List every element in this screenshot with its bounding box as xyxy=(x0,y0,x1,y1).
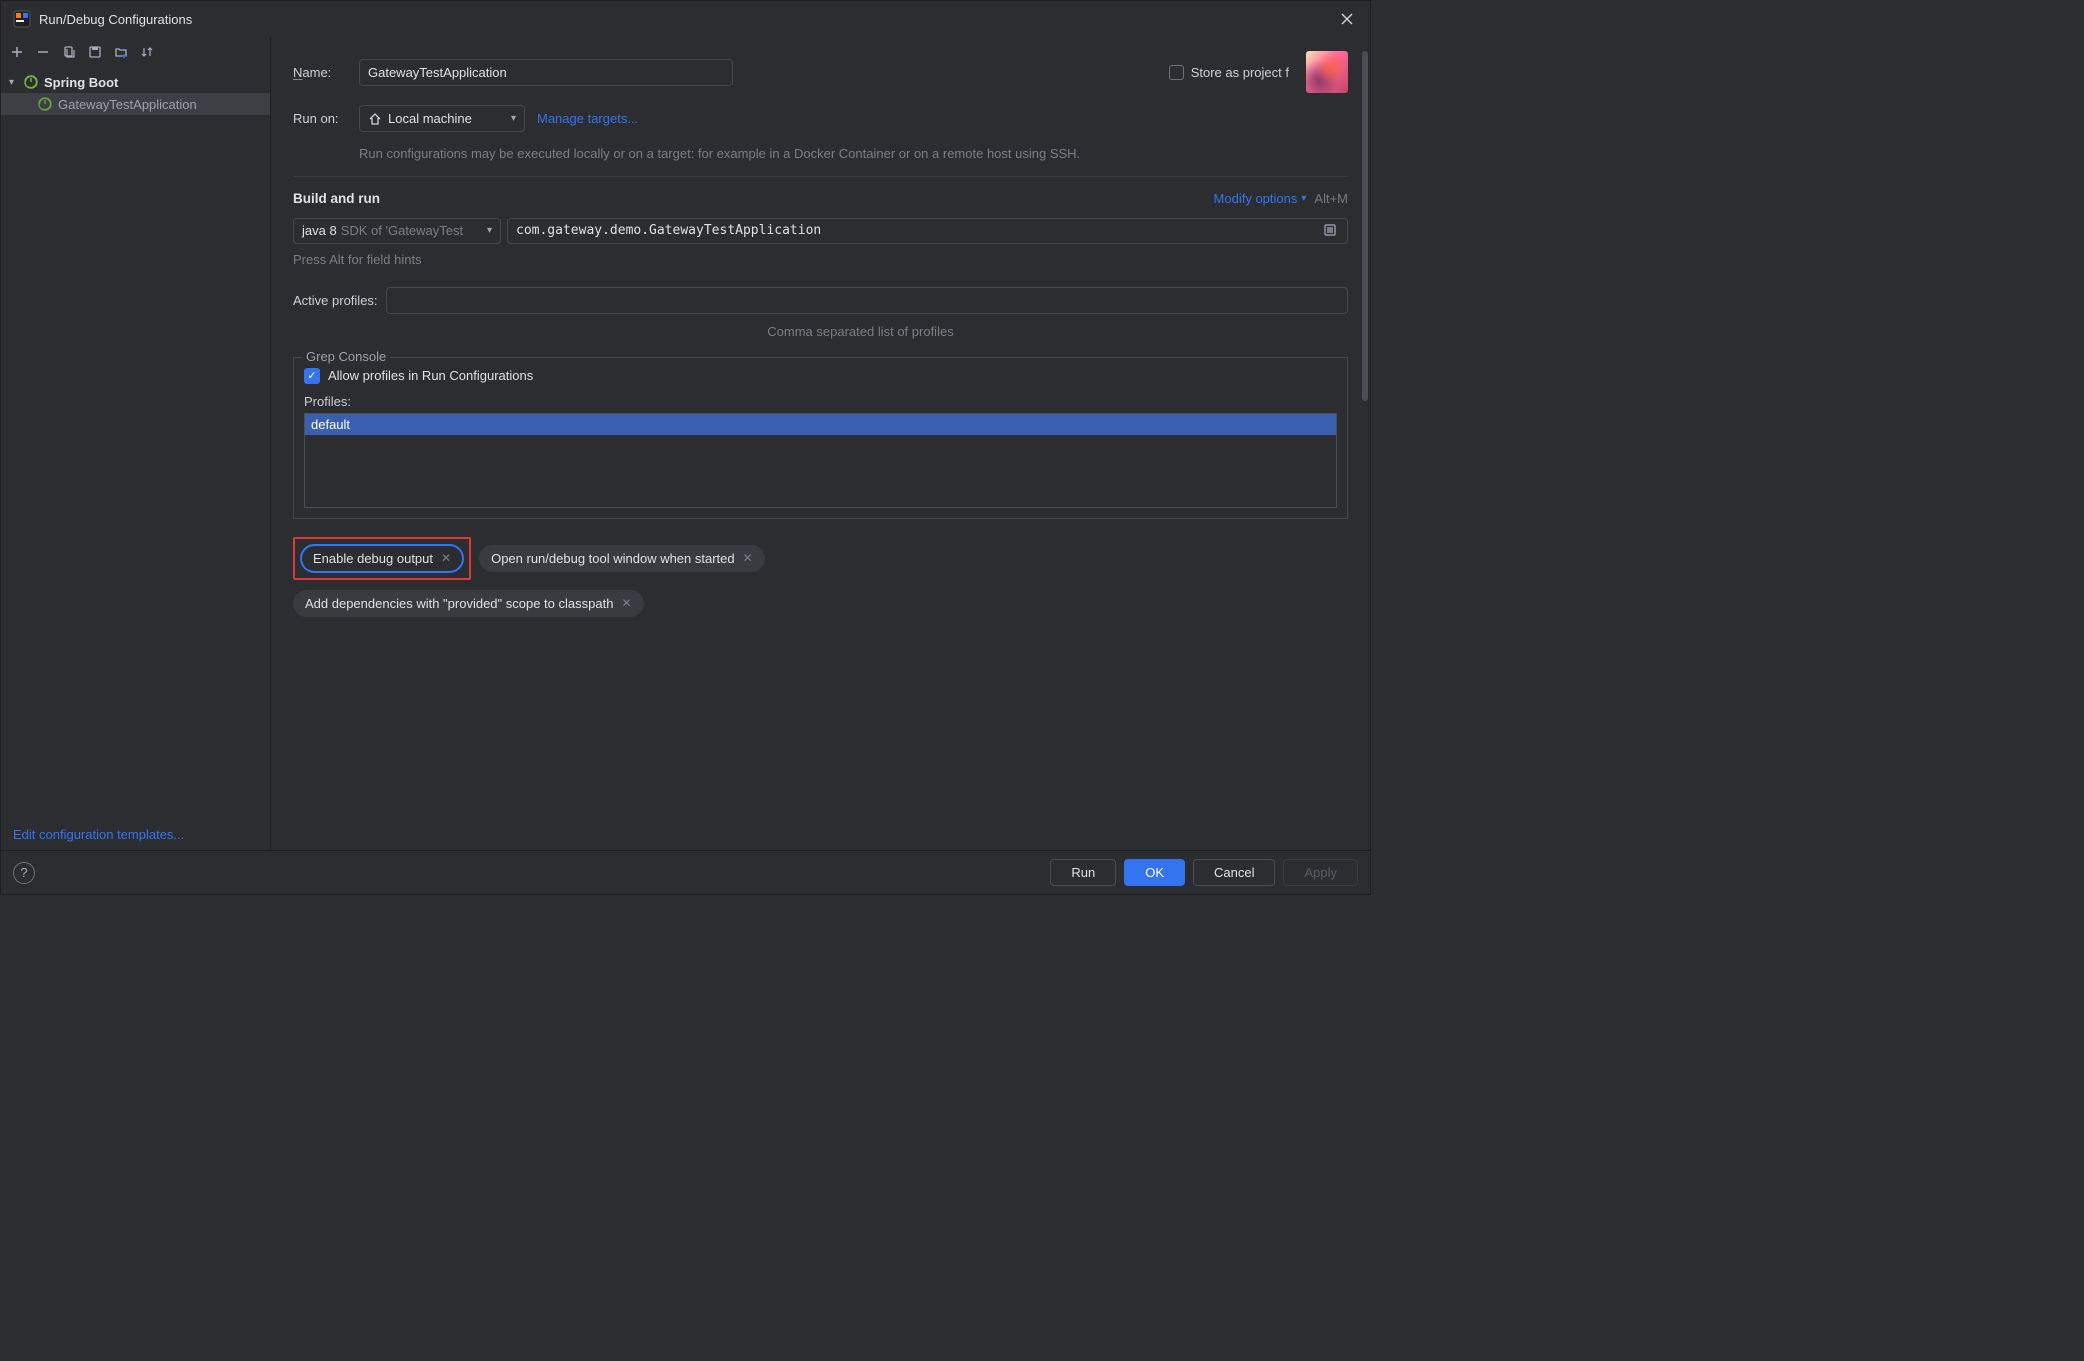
chip-provided-deps-label: Add dependencies with "provided" scope t… xyxy=(305,596,613,611)
chip-close-icon[interactable]: ✕ xyxy=(441,551,451,565)
main-area: ▾ Spring Boot GatewayTestApplication Edi… xyxy=(1,37,1370,850)
spring-boot-icon xyxy=(23,74,39,90)
active-profiles-input[interactable] xyxy=(386,287,1348,314)
chips-row-1: Enable debug output ✕ Open run/debug too… xyxy=(293,537,1348,580)
modify-options-link[interactable]: Modify options ▾ xyxy=(1214,191,1307,206)
run-on-row: Run on: Local machine ▾ Manage targets..… xyxy=(293,105,1348,132)
content-panel: Name: Store as project f Run on: Local m… xyxy=(271,37,1370,850)
close-icon[interactable] xyxy=(1336,8,1358,30)
sidebar-bottom: Edit configuration templates... xyxy=(1,819,270,850)
edit-templates-link[interactable]: Edit configuration templates... xyxy=(13,817,198,852)
dialog-window: Run/Debug Configurations ▾ Spring Boot xyxy=(0,0,1371,895)
build-run-title: Build and run xyxy=(293,191,380,206)
field-hint-text: Press Alt for field hints xyxy=(293,252,1348,267)
chip-tool-window-label: Open run/debug tool window when started xyxy=(491,551,735,566)
chip-close-icon[interactable]: ✕ xyxy=(621,596,631,610)
name-input[interactable] xyxy=(359,59,733,86)
scrollbar[interactable] xyxy=(1362,51,1368,451)
chip-enable-debug[interactable]: Enable debug output ✕ xyxy=(300,544,464,573)
chevron-down-icon: ▾ xyxy=(511,113,516,124)
section-divider xyxy=(293,176,1348,177)
profiles-hint-text: Comma separated list of profiles xyxy=(373,324,1348,339)
jdk-subtext: SDK of 'GatewayTest xyxy=(341,223,481,238)
footer: ? Run OK Cancel Apply xyxy=(1,850,1370,894)
profiles-list-item-default[interactable]: default xyxy=(305,414,1336,435)
tree-group-label: Spring Boot xyxy=(44,75,118,90)
copy-config-icon[interactable] xyxy=(57,40,81,64)
modify-shortcut: Alt+M xyxy=(1314,191,1348,206)
active-profiles-row: Active profiles: xyxy=(293,287,1348,314)
scrollbar-thumb[interactable] xyxy=(1362,51,1368,401)
app-logo-icon xyxy=(13,10,31,28)
form-scroll[interactable]: Name: Store as project f Run on: Local m… xyxy=(271,37,1370,850)
store-as-project-checkbox[interactable] xyxy=(1169,65,1184,80)
sort-config-icon[interactable] xyxy=(135,40,159,64)
chips-row-2: Add dependencies with "provided" scope t… xyxy=(293,590,1348,617)
run-button[interactable]: Run xyxy=(1050,859,1116,886)
run-on-select[interactable]: Local machine ▾ xyxy=(359,105,525,132)
spring-boot-icon xyxy=(37,96,53,112)
titlebar: Run/Debug Configurations xyxy=(1,1,1370,37)
chip-provided-deps[interactable]: Add dependencies with "provided" scope t… xyxy=(293,590,644,617)
profiles-list[interactable]: default xyxy=(304,413,1337,508)
name-label: Name: xyxy=(293,65,359,80)
add-config-icon[interactable] xyxy=(5,40,29,64)
home-icon xyxy=(368,112,382,126)
profiles-list-label: Profiles: xyxy=(304,394,1337,409)
cancel-button[interactable]: Cancel xyxy=(1193,859,1275,886)
grep-console-legend: Grep Console xyxy=(302,349,390,364)
build-run-row: java 8 SDK of 'GatewayTest ▾ com.gateway… xyxy=(293,218,1348,244)
run-on-label: Run on: xyxy=(293,111,359,126)
apply-button[interactable]: Apply xyxy=(1283,859,1358,886)
chip-close-icon[interactable]: ✕ xyxy=(743,551,753,565)
help-icon[interactable]: ? xyxy=(13,862,35,884)
tree-item-label: GatewayTestApplication xyxy=(58,97,197,112)
remove-config-icon[interactable] xyxy=(31,40,55,64)
tree-group-spring-boot[interactable]: ▾ Spring Boot xyxy=(1,71,270,93)
store-wrap: Store as project f xyxy=(1169,51,1348,93)
ok-button[interactable]: OK xyxy=(1124,859,1185,886)
main-class-value: com.gateway.demo.GatewayTestApplication xyxy=(516,223,1315,238)
allow-profiles-checkbox[interactable]: ✓ xyxy=(304,368,320,384)
run-on-help-text: Run configurations may be executed local… xyxy=(359,144,1348,164)
jdk-value: java 8 xyxy=(302,223,337,238)
highlight-box: Enable debug output ✕ xyxy=(293,537,471,580)
config-tree[interactable]: ▾ Spring Boot GatewayTestApplication xyxy=(1,67,270,819)
chip-tool-window[interactable]: Open run/debug tool window when started … xyxy=(479,545,765,572)
chevron-down-icon[interactable]: ▾ xyxy=(9,77,23,88)
sidebar-toolbar xyxy=(1,37,270,67)
main-class-input[interactable]: com.gateway.demo.GatewayTestApplication xyxy=(507,218,1348,244)
grep-console-fieldset: Grep Console ✓ Allow profiles in Run Con… xyxy=(293,357,1348,519)
allow-profiles-label: Allow profiles in Run Configurations xyxy=(328,368,533,383)
jdk-select[interactable]: java 8 SDK of 'GatewayTest ▾ xyxy=(293,218,501,244)
folder-config-icon[interactable] xyxy=(109,40,133,64)
sidebar: ▾ Spring Boot GatewayTestApplication Edi… xyxy=(1,37,271,850)
list-icon[interactable] xyxy=(1323,223,1339,239)
manage-targets-link[interactable]: Manage targets... xyxy=(537,111,638,126)
build-run-header: Build and run Modify options ▾ Alt+M xyxy=(293,191,1348,206)
chevron-down-icon: ▾ xyxy=(487,225,492,236)
dialog-title: Run/Debug Configurations xyxy=(39,12,1336,27)
tree-item-gateway[interactable]: GatewayTestApplication xyxy=(1,93,270,115)
chip-enable-debug-label: Enable debug output xyxy=(313,551,433,566)
store-as-project-label: Store as project f xyxy=(1191,65,1289,80)
active-profiles-label: Active profiles: xyxy=(293,293,378,308)
run-on-value: Local machine xyxy=(388,111,472,126)
name-row: Name: Store as project f xyxy=(293,51,1348,93)
allow-profiles-row: ✓ Allow profiles in Run Configurations xyxy=(304,368,1337,384)
footer-buttons: Run OK Cancel Apply xyxy=(1050,859,1358,886)
avatar-icon xyxy=(1306,51,1348,93)
save-config-icon[interactable] xyxy=(83,40,107,64)
